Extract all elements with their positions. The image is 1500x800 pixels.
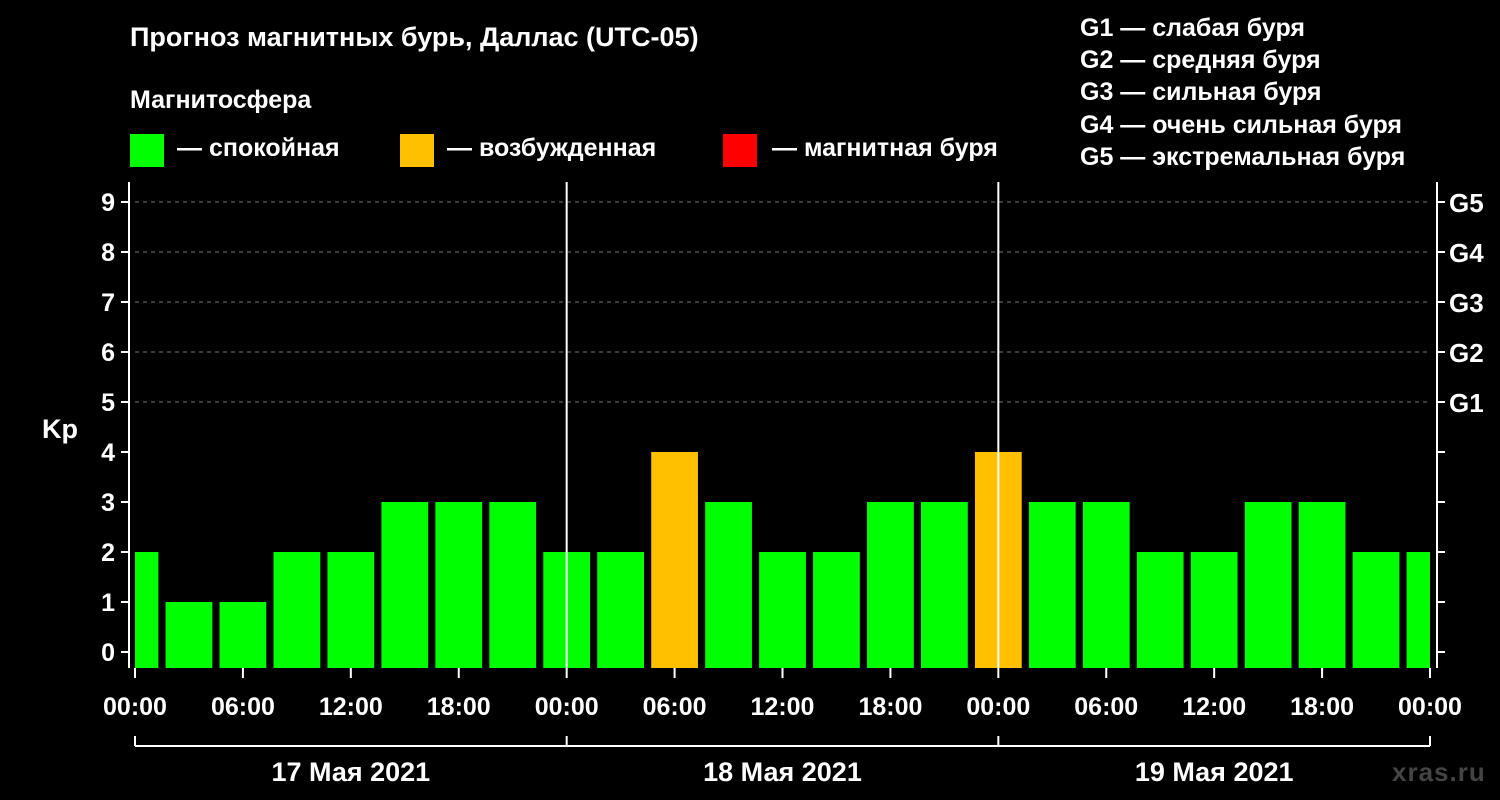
x-tick-label: 06:00 <box>643 693 707 721</box>
kp-bar <box>327 552 375 668</box>
y-tick-label: 3 <box>101 489 115 517</box>
kp-bar <box>1190 552 1238 668</box>
date-label: 17 Мая 2021 <box>271 757 430 787</box>
kp-chart: 0 1 2 3 4 5 6 7 8 9 G1 G2 G3 G4 G5 Kp 00:00 06:00 12:00 18:… <box>42 182 1484 787</box>
kp-bar <box>381 502 429 668</box>
kp-bar <box>273 552 321 668</box>
kp-bar <box>759 552 806 668</box>
kp-bar <box>435 502 483 668</box>
x-tick-label: 18:00 <box>1290 693 1354 721</box>
x-tick-label: 18:00 <box>858 693 922 721</box>
x-tick-label: 00:00 <box>966 693 1030 721</box>
g-level-label: G3 <box>1449 288 1484 318</box>
g-level-label: G5 <box>1449 188 1484 218</box>
kp-bar <box>813 552 860 668</box>
kp-bar <box>135 552 159 668</box>
kp-bar <box>1028 502 1076 668</box>
y-tick-label: 7 <box>101 289 115 317</box>
kp-bar <box>1082 502 1130 668</box>
kp-bar <box>705 502 752 668</box>
kp-bar <box>1298 502 1346 668</box>
kp-bar <box>1406 552 1430 668</box>
kp-bar <box>1244 502 1292 668</box>
y-tick-label: 0 <box>101 639 115 667</box>
y-tick-label: 9 <box>101 189 115 217</box>
kp-bar <box>165 602 213 668</box>
kp-bar <box>1136 552 1184 668</box>
y-tick-label: 5 <box>101 389 115 417</box>
kp-bar <box>920 502 968 668</box>
y-tick-label: 1 <box>101 589 115 617</box>
x-tick-label: 06:00 <box>211 693 275 721</box>
y-tick-label: 8 <box>101 239 115 267</box>
x-tick-label: 00:00 <box>1398 693 1462 721</box>
y-tick-label: 4 <box>101 439 115 467</box>
x-tick-label: 00:00 <box>103 693 167 721</box>
kp-bar <box>1352 552 1400 668</box>
kp-bar <box>651 452 698 668</box>
date-label: 18 Мая 2021 <box>703 757 862 787</box>
x-tick-label: 00:00 <box>535 693 599 721</box>
g-level-label: G1 <box>1449 388 1484 418</box>
kp-bar <box>597 552 645 668</box>
x-tick-label: 06:00 <box>1074 693 1138 721</box>
g-level-label: G4 <box>1449 238 1484 268</box>
x-tick-label: 12:00 <box>319 693 383 721</box>
y-axis-label: Kp <box>42 414 78 444</box>
watermark: xras.ru <box>1392 757 1486 787</box>
kp-bar <box>489 502 537 668</box>
kp-bar <box>219 602 267 668</box>
g-level-label: G2 <box>1449 338 1484 368</box>
y-tick-label: 6 <box>101 339 115 367</box>
x-tick-label: 18:00 <box>427 693 491 721</box>
date-label: 19 Мая 2021 <box>1135 757 1294 787</box>
x-tick-label: 12:00 <box>1182 693 1246 721</box>
y-tick-label: 2 <box>101 539 115 567</box>
kp-bar <box>867 502 914 668</box>
x-tick-label: 12:00 <box>751 693 815 721</box>
